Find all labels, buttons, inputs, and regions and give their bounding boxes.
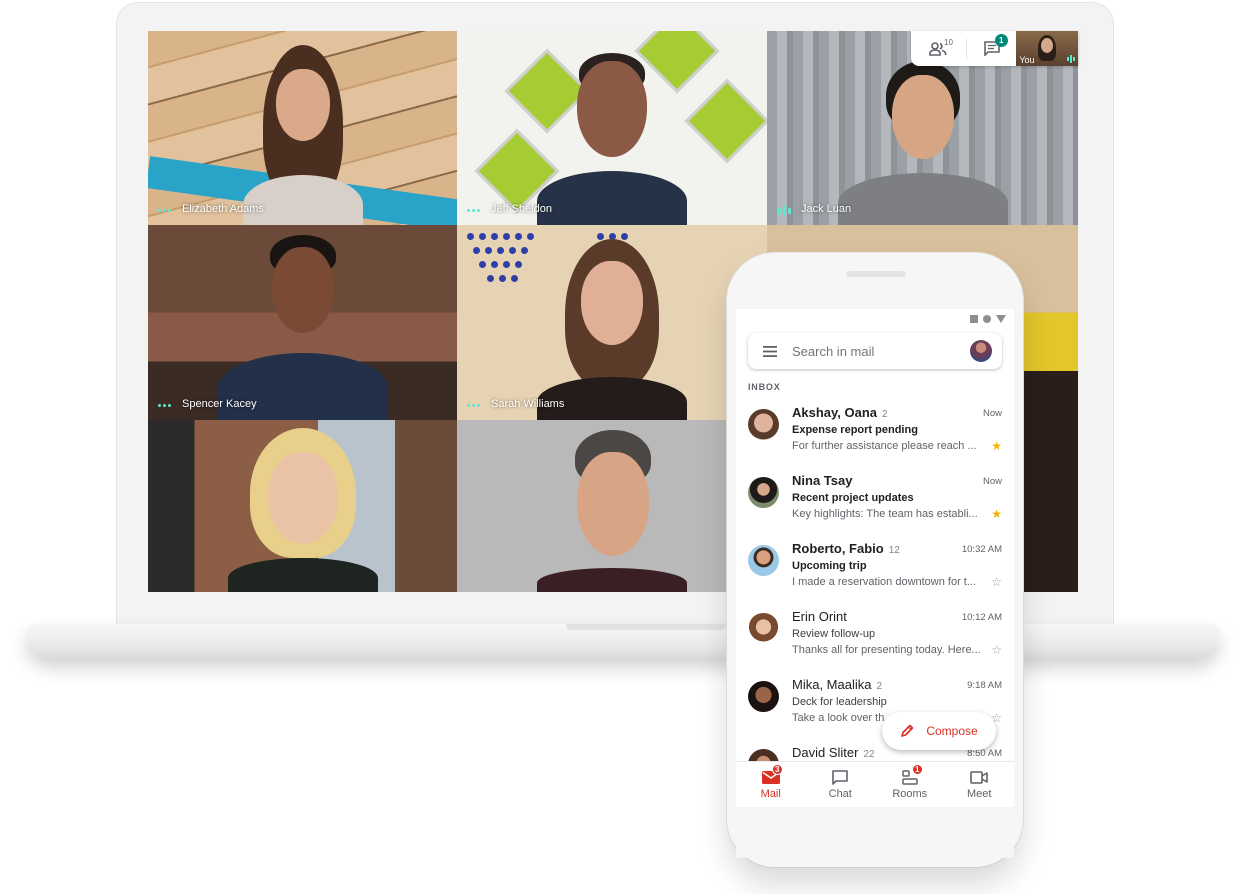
sender-avatar — [748, 409, 779, 440]
speaking-indicator-icon — [778, 205, 791, 216]
video-tile[interactable]: Spencer Kacey — [148, 225, 457, 420]
nav-label: Chat — [828, 788, 852, 800]
participant-name: Elizabeth Adams — [182, 203, 264, 215]
star-icon[interactable]: ★ — [991, 507, 1002, 521]
email-time: Now — [982, 408, 1002, 419]
nav-mail[interactable]: 3 Mail — [736, 762, 806, 807]
meet-call-bar: 10 1 You — [911, 31, 1078, 66]
nav-label: Rooms — [892, 788, 928, 800]
email-snippet: Key highlights: The team has establi... — [792, 508, 978, 520]
participant-name: Jeff Sheldon — [491, 203, 552, 215]
compose-label: Compose — [926, 724, 978, 738]
circle-icon — [983, 315, 991, 323]
email-time: 9:18 AM — [967, 680, 1002, 691]
participant-video — [537, 239, 687, 420]
audio-idle-icon — [158, 404, 171, 407]
participant-name: Sarah Williams — [491, 398, 565, 410]
email-time: 10:12 AM — [961, 612, 1002, 623]
email-subject: Recent project updates — [792, 492, 914, 504]
email-time: Now — [982, 476, 1002, 487]
sender-name: David Sliter — [792, 745, 859, 760]
video-icon — [970, 770, 989, 784]
phone-frame: Search in mail INBOX Akshay, Oana 2 Now E… — [727, 253, 1023, 867]
nav-rooms[interactable]: 1 Rooms — [875, 762, 945, 807]
video-tile[interactable]: Sarah Williams — [457, 225, 767, 420]
sender-avatar — [748, 681, 779, 712]
laptop-base — [26, 624, 1220, 658]
menu-button[interactable] — [748, 345, 792, 357]
search-input[interactable]: Search in mail — [792, 344, 970, 359]
thread-count: 2 — [876, 681, 883, 692]
thread-count: 2 — [882, 409, 888, 420]
participant-name: Jack Luan — [801, 203, 852, 215]
sender-avatar — [748, 613, 779, 644]
phone-speaker — [846, 271, 906, 277]
gmail-app-screen: Search in mail INBOX Akshay, Oana 2 Now E… — [736, 309, 1014, 858]
navigation-bar-area — [736, 807, 1014, 858]
rooms-badge: 1 — [911, 764, 923, 775]
bottom-navigation: 3 Mail Chat 1 Rooms Meet — [736, 761, 1014, 807]
sender-name: Nina Tsay — [792, 473, 853, 488]
participant-video — [217, 235, 388, 420]
video-tile[interactable] — [148, 420, 457, 592]
nav-label: Meet — [967, 788, 992, 800]
pencil-icon — [901, 724, 914, 737]
sender-name: Roberto, Fabio — [792, 541, 884, 556]
participant-video — [227, 428, 378, 592]
video-tile[interactable]: Jeff Sheldon — [457, 31, 767, 225]
audio-idle-icon — [467, 209, 480, 212]
email-subject: Expense report pending — [792, 424, 918, 436]
email-subject: Review follow-up — [792, 628, 876, 640]
square-icon — [970, 315, 978, 323]
video-tile[interactable] — [457, 420, 767, 592]
participants-button[interactable]: 10 — [911, 38, 966, 56]
chat-icon — [832, 769, 849, 785]
email-row[interactable]: Akshay, Oana 2 Now Expense report pending… — [736, 399, 1014, 467]
chat-badge: 1 — [994, 34, 1008, 47]
triangle-icon — [996, 315, 1006, 323]
star-icon[interactable]: ★ — [991, 439, 1002, 453]
sender-avatar — [748, 477, 779, 508]
participant-name: Spencer Kacey — [182, 398, 257, 410]
self-label: You — [1019, 55, 1035, 65]
self-view[interactable]: You — [1016, 31, 1078, 66]
star-outline-icon[interactable]: ☆ — [991, 643, 1002, 657]
audio-idle-icon — [467, 404, 480, 407]
participant-video — [242, 45, 363, 225]
sender-avatar — [748, 545, 779, 576]
nav-chat[interactable]: Chat — [806, 762, 876, 807]
participant-video — [837, 61, 1008, 225]
sender-name: Akshay, Oana — [792, 405, 878, 420]
nav-meet[interactable]: Meet — [945, 762, 1015, 807]
participant-video — [537, 53, 687, 225]
compose-button[interactable]: Compose — [882, 712, 996, 750]
audio-idle-icon — [158, 209, 171, 212]
section-label: INBOX — [748, 382, 781, 392]
participant-video — [537, 430, 687, 592]
thread-count: 22 — [863, 749, 875, 760]
email-row[interactable]: Nina Tsay Now Recent project updates Key… — [736, 467, 1014, 535]
sender-name: Erin Orint — [792, 609, 847, 624]
status-bar — [970, 315, 1006, 323]
email-row[interactable]: Erin Orint 10:12 AM Review follow-up Tha… — [736, 603, 1014, 671]
thread-count: 12 — [888, 545, 900, 556]
star-outline-icon[interactable]: ☆ — [991, 575, 1002, 589]
nav-label: Mail — [760, 788, 781, 800]
chat-button[interactable]: 1 — [967, 34, 1017, 56]
participant-count: 10 — [944, 37, 953, 47]
hamburger-icon — [763, 345, 777, 357]
search-bar[interactable]: Search in mail — [748, 333, 1002, 369]
mail-badge: 3 — [771, 764, 783, 775]
email-snippet: Thanks all for presenting today. Here... — [792, 644, 981, 656]
speaking-indicator-icon — [1067, 55, 1075, 63]
account-avatar[interactable] — [970, 340, 992, 362]
sender-name: Mika, Maalika — [792, 677, 872, 692]
email-subject: Upcoming trip — [792, 560, 867, 572]
video-tile[interactable]: Elizabeth Adams — [148, 31, 457, 225]
email-row[interactable]: Roberto, Fabio 12 10:32 AM Upcoming trip … — [736, 535, 1014, 603]
email-subject: Deck for leadership — [792, 696, 887, 708]
email-snippet: I made a reservation downtown for t... — [792, 576, 977, 588]
email-snippet: For further assistance please reach ... — [792, 440, 977, 452]
email-time: 10:32 AM — [961, 544, 1002, 555]
